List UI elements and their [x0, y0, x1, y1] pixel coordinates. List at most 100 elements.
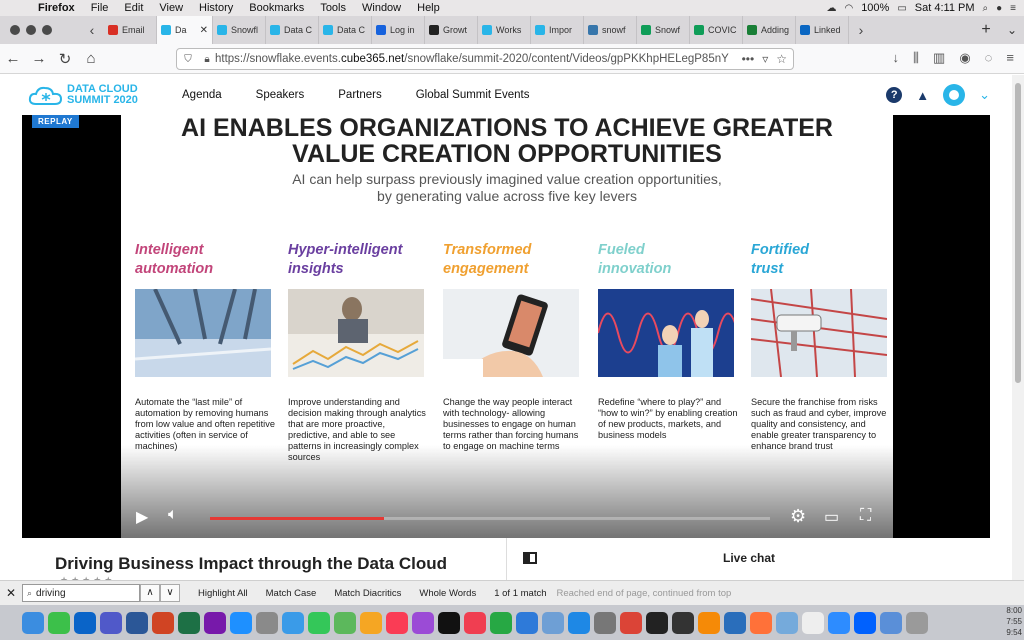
sourcetree-icon[interactable] [724, 611, 746, 634]
video-player[interactable]: AI ENABLES ORGANIZATIONS TO ACHIEVE GREA… [22, 115, 990, 538]
match-diacritics-toggle[interactable]: Match Diacritics [334, 588, 401, 599]
tv-icon[interactable] [438, 611, 460, 634]
reload-button[interactable]: ↻ [52, 50, 78, 68]
help-icon[interactable]: ? [886, 87, 903, 103]
find-previous-button[interactable]: ∧ [140, 584, 160, 602]
menu-tools[interactable]: Tools [312, 2, 354, 14]
play-icon[interactable]: ▶ [136, 507, 148, 527]
library-icon[interactable]: ⫼ [913, 50, 919, 66]
fullscreen-icon[interactable]: ⛶ [860, 507, 871, 525]
lock-icon[interactable]: 🔒︎ [199, 54, 215, 65]
sidebar-icon[interactable]: ▥ [933, 50, 945, 66]
facetime-icon[interactable] [48, 611, 70, 634]
launchpad-icon[interactable] [256, 611, 278, 634]
numbers-icon[interactable] [490, 611, 512, 634]
mail-icon[interactable] [282, 611, 304, 634]
avatar[interactable] [943, 84, 966, 106]
onenote-icon[interactable] [204, 611, 226, 634]
tab-scroll-left-icon[interactable]: ‹ [80, 22, 104, 38]
powerpoint-icon[interactable] [152, 611, 174, 634]
dropbox-icon[interactable] [854, 611, 876, 634]
browser-tab[interactable]: Impor [531, 16, 584, 44]
find-input[interactable]: ⌕ driving [22, 584, 140, 602]
video-progress-bar[interactable] [210, 517, 770, 520]
menu-app-name[interactable]: Firefox [30, 2, 83, 14]
rstudio-icon[interactable] [776, 611, 798, 634]
settings-icon[interactable] [594, 611, 616, 634]
close-icon[interactable]: ✕ [0, 586, 22, 600]
menu-bookmarks[interactable]: Bookmarks [241, 2, 312, 14]
control-center-icon[interactable]: ≡ [1010, 3, 1016, 14]
finder-icon[interactable] [22, 611, 44, 634]
tab-list-menu-icon[interactable]: ⌄ [1000, 23, 1024, 37]
photos-icon[interactable] [360, 611, 382, 634]
maps-icon[interactable] [334, 611, 356, 634]
menu-icon[interactable]: ≡ [1006, 50, 1014, 66]
forward-button[interactable]: → [26, 50, 52, 67]
browser-tab[interactable]: Da ✕ [157, 16, 213, 44]
page-scrollbar[interactable] [1012, 75, 1024, 580]
excel-icon[interactable] [178, 611, 200, 634]
tab-close-icon[interactable]: ✕ [200, 25, 208, 36]
browser-tab[interactable]: Data C [319, 16, 372, 44]
preview-icon[interactable] [542, 611, 564, 634]
browser-tab[interactable]: Adding [743, 16, 796, 44]
appstore-icon[interactable] [568, 611, 590, 634]
music-icon[interactable] [386, 611, 408, 634]
bookmark-star-icon[interactable]: ☆ [776, 52, 787, 66]
notification-bell-icon[interactable]: ▲ [916, 88, 929, 103]
browser-tab[interactable]: Email [104, 16, 157, 44]
new-tab-button[interactable]: + [972, 21, 1000, 39]
browser-tab[interactable]: Works [478, 16, 531, 44]
browser-tab[interactable]: snowf [584, 16, 637, 44]
keynote-icon[interactable] [516, 611, 538, 634]
user-icon[interactable]: ● [996, 3, 1002, 14]
downloads-icon[interactable]: ↓ [893, 50, 900, 66]
battery-icon[interactable]: ▭ [897, 3, 906, 14]
news-icon[interactable] [464, 611, 486, 634]
firefox-icon[interactable] [750, 611, 772, 634]
extension-icon[interactable]: ◌ [985, 50, 993, 66]
messages-icon[interactable] [308, 611, 330, 634]
nav-agenda[interactable]: Agenda [182, 89, 222, 101]
browser-tab[interactable]: Log in [372, 16, 425, 44]
zoom-window-button[interactable] [42, 25, 52, 35]
trash-icon[interactable] [906, 611, 928, 634]
highlight-all-toggle[interactable]: Highlight All [198, 588, 248, 599]
tracking-shield-icon[interactable]: ⛉ [177, 54, 199, 65]
account-icon[interactable]: ◉ [959, 50, 970, 66]
terminal-icon[interactable] [646, 611, 668, 634]
volume-icon[interactable]: 🔈︎ [168, 506, 178, 524]
minimize-window-button[interactable] [26, 25, 36, 35]
tab-scroll-right-icon[interactable]: › [849, 22, 873, 38]
browser-tab[interactable]: Growt [425, 16, 478, 44]
menu-file[interactable]: File [83, 2, 117, 14]
downloads-icon[interactable] [880, 611, 902, 634]
menu-history[interactable]: History [191, 2, 241, 14]
word-icon[interactable] [126, 611, 148, 634]
outlook-icon[interactable] [74, 611, 96, 634]
find-next-button[interactable]: ∨ [160, 584, 180, 602]
nav-speakers[interactable]: Speakers [256, 89, 305, 101]
menu-edit[interactable]: Edit [116, 2, 151, 14]
menu-view[interactable]: View [151, 2, 191, 14]
sublime-icon[interactable] [698, 611, 720, 634]
picture-in-picture-icon[interactable]: ▭ [824, 507, 839, 527]
menubar-clock[interactable]: Sat 4:11 PM [915, 2, 975, 14]
url-text[interactable]: https://snowflake.events.cube365.net/sno… [215, 53, 729, 65]
close-window-button[interactable] [10, 25, 20, 35]
summit-logo[interactable]: DATA CLOUD SUMMIT 2020 [28, 84, 158, 106]
chrome-icon[interactable] [620, 611, 642, 634]
back-button[interactable]: ← [0, 50, 26, 67]
spotlight-icon[interactable]: ⌕ [983, 3, 989, 14]
browser-tab[interactable]: COVIC [690, 16, 743, 44]
wifi-icon[interactable]: ◠ [844, 3, 853, 14]
whole-words-toggle[interactable]: Whole Words [419, 588, 476, 599]
nav-partners[interactable]: Partners [338, 89, 381, 101]
cloud-status-icon[interactable]: ☁ [826, 3, 836, 14]
browser-tab[interactable]: Linked [796, 16, 849, 44]
url-bar[interactable]: ⛉ 🔒︎ https://snowflake.events.cube365.ne… [176, 48, 794, 70]
browser-tab[interactable]: Snowf [637, 16, 690, 44]
zoom-icon[interactable] [828, 611, 850, 634]
textedit-icon[interactable] [802, 611, 824, 634]
